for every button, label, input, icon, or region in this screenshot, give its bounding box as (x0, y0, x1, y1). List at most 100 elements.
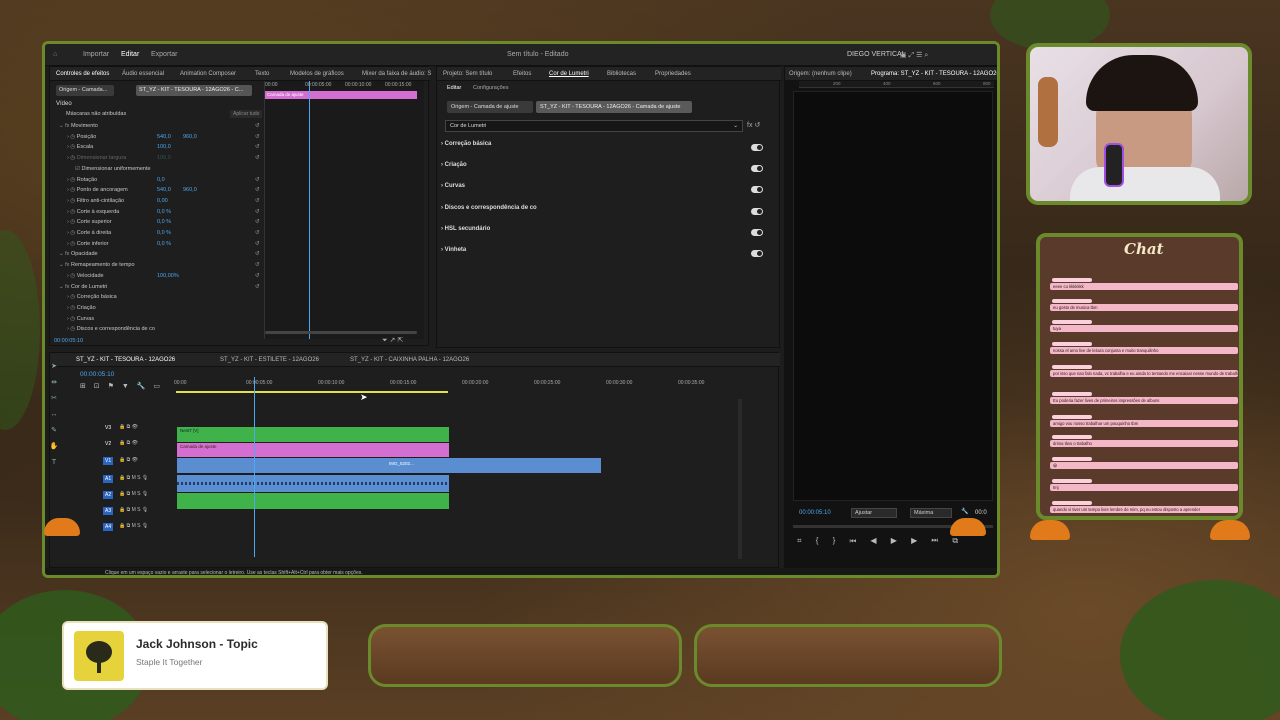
tab-graphics-templates[interactable]: Modelos de gráficos (290, 71, 344, 77)
fx-toggle-icon[interactable]: ⌄ fx (59, 123, 71, 129)
stopwatch-icon[interactable]: › ◷ (67, 198, 77, 204)
program-timecode[interactable]: 00:00:05:10 (799, 510, 831, 516)
tab-program-monitor[interactable]: Programa: ST_YZ - KIT - TESOURA - 12AGO2… (871, 71, 997, 77)
timeline-scrollbar[interactable] (738, 399, 742, 559)
track-controls[interactable]: 🔒 ⧉ M S 🎙 (119, 475, 148, 481)
effect-row[interactable]: › ◷ Discos e correspondência de co (67, 324, 155, 334)
menu-importar[interactable]: Importar (83, 51, 109, 58)
tab-effects[interactable]: Efeitos (513, 71, 531, 77)
reset-icon[interactable]: ↺ (255, 260, 260, 270)
track-label[interactable]: V2 (103, 440, 113, 448)
stopwatch-icon[interactable]: › ◷ (67, 177, 77, 183)
section-toggle[interactable] (751, 250, 763, 257)
lumetri-section[interactable]: › Vinheta (441, 247, 767, 265)
reset-icon[interactable]: ↺ (255, 228, 260, 238)
effect-timeline[interactable]: 00:00 00:00:05:00 00:00:10:00 00:00:15:00 C… (264, 81, 424, 339)
reset-icon[interactable]: ↺ (255, 185, 260, 195)
wrench-icon[interactable]: 🔧 (961, 508, 968, 515)
track-controls[interactable]: 🔒 ⧉ 👁 (119, 424, 138, 430)
workspace-name[interactable]: DIEGO VERTICAL (847, 51, 906, 58)
effect-row[interactable]: › ◷ Corte superior (67, 217, 112, 227)
clip-a1-audio[interactable] (177, 475, 449, 492)
effect-row[interactable]: ⌄ fx Opacidade (59, 249, 98, 259)
section-toggle[interactable] (751, 228, 763, 236)
effect-row[interactable]: › ◷ Criação (67, 303, 96, 313)
lumetri-section[interactable]: › HSL secundário (441, 226, 767, 244)
effect-row[interactable]: › ◷ Ponto de ancoragem (67, 185, 128, 195)
reset-icon[interactable]: ↺ (255, 249, 260, 259)
lumetri-section[interactable]: › Correção básica (441, 141, 767, 159)
lumetri-section[interactable]: › Discos e correspondência de co (441, 205, 767, 223)
reset-icon[interactable]: ↺ (255, 132, 260, 142)
stopwatch-icon[interactable]: › ◷ (67, 219, 77, 225)
lumetri-section[interactable]: › Criação (441, 162, 767, 180)
zoom-scrollbar[interactable] (265, 331, 417, 334)
tab-sequence-caixinha[interactable]: ST_YZ - KIT - CAIXINHA PALHA - 12AGO26 (350, 357, 469, 363)
fit-select[interactable]: Ajustar (851, 508, 897, 518)
track-label[interactable]: A1 (103, 475, 114, 483)
section-toggle[interactable] (751, 186, 763, 194)
timeline-ruler[interactable]: 00:00 00:00:05:00 00:00:10:00 00:00:15:00 00… (174, 377, 746, 389)
lumetri-clip-chip[interactable]: ST_YZ - KIT - TESOURA - 12AGO26 - Camada… (536, 101, 692, 113)
stopwatch-icon[interactable]: › ◷ (67, 144, 77, 150)
stopwatch-icon[interactable]: › ◷ (67, 326, 77, 332)
menu-exportar[interactable]: Exportar (151, 51, 177, 58)
lumetri-section[interactable]: › Curvas (441, 183, 767, 201)
section-toggle[interactable] (751, 144, 763, 151)
track-label[interactable]: V3 (103, 424, 113, 432)
work-area-bar[interactable] (176, 391, 448, 393)
stopwatch-icon[interactable]: › ◷ (67, 209, 77, 215)
effect-row[interactable]: › ◷ Posição (67, 132, 96, 142)
tab-essential-audio[interactable]: Áudio essencial (122, 71, 164, 77)
effect-row[interactable]: › ◷ Curvas (67, 314, 94, 324)
apply-all-button[interactable]: Aplicar tudo (230, 110, 263, 118)
track-controls[interactable]: 🔒 ⧉ M S 🎙 (119, 491, 148, 497)
timeline-tools[interactable]: ⊞ ⊡ ⚑ ▼ 🔧 ▭ (80, 382, 163, 390)
effect-value[interactable]: 0,0 % (157, 228, 171, 238)
clip-chip[interactable]: ST_YZ - KIT - TESOURA - 12AGO26 - C... (136, 85, 252, 96)
reset-icon[interactable]: ↺ (255, 142, 260, 152)
effect-row[interactable]: › ◷ Rotação (67, 175, 97, 185)
tab-project[interactable]: Projeto: Sem título (443, 71, 492, 77)
effect-value[interactable]: 0,0 % (157, 217, 171, 227)
track-controls[interactable]: 🔒 ⧉ 👁 (119, 440, 138, 446)
track-label[interactable]: A3 (103, 507, 114, 515)
effect-row[interactable]: › ◷ Correção básica (67, 292, 117, 302)
effect-value-2[interactable]: 960,0 (183, 132, 197, 142)
effect-row[interactable]: › ◷ Velocidade (67, 271, 104, 281)
ec-timecode[interactable]: 00:00:05:10 (54, 338, 83, 344)
tab-libraries[interactable]: Bibliotecas (607, 71, 636, 77)
tab-audio-mixer[interactable]: Mixer da faixa de áudio: S (362, 71, 431, 77)
quality-select[interactable]: Máxima (910, 508, 952, 518)
fx-toggle-icon[interactable]: ⌄ fx (59, 251, 71, 257)
tab-sequence-tesoura[interactable]: ST_YZ - KIT - TESOURA - 12AGO26 (76, 357, 175, 363)
effect-row[interactable]: › ◷ Corte à esquerda (67, 207, 119, 217)
lumetri-source-chip[interactable]: Origem - Camada de ajuste (447, 101, 533, 113)
reset-icon[interactable]: ↺ (255, 121, 260, 131)
reset-icon[interactable]: ↺ (255, 207, 260, 217)
stopwatch-icon[interactable]: › ◷ (67, 241, 77, 247)
clip-v2-adjustment[interactable]: Camada de ajuste (177, 443, 449, 457)
effect-value[interactable]: 0,00 (157, 196, 168, 206)
timeline-playhead[interactable] (254, 377, 255, 557)
effect-value[interactable]: 0,0 % (157, 207, 171, 217)
clip-a2-audio[interactable] (177, 493, 449, 509)
fx-toggle-icon[interactable]: ⌄ fx (59, 284, 71, 290)
reset-icon[interactable]: ↺ (255, 153, 260, 163)
tab-effect-controls[interactable]: Controles de efeitos (56, 71, 109, 77)
program-video-frame[interactable] (793, 91, 993, 501)
effect-row[interactable]: › ◷ Escala (67, 142, 93, 152)
effect-value[interactable]: 0,0 % (157, 239, 171, 249)
menu-editar[interactable]: Editar (121, 51, 139, 58)
stopwatch-icon[interactable]: › ◷ (67, 294, 77, 300)
clip-v1-images[interactable]: IMG_5202... (177, 458, 601, 473)
stopwatch-icon[interactable]: › ◷ (67, 273, 77, 279)
layout-icon[interactable]: ▣ ⤢ ☰ ⌕ (900, 51, 928, 60)
effect-row[interactable]: ⌄ fx Movimento (59, 121, 98, 131)
home-icon[interactable]: ⌂ (53, 51, 57, 58)
track-label[interactable]: A4 (103, 523, 114, 531)
effect-row[interactable]: ☑ Dimensionar uniformemente (75, 164, 151, 174)
reset-icon[interactable]: ↺ (255, 217, 260, 227)
effect-value[interactable]: 100,00% (157, 271, 179, 281)
track-controls[interactable]: 🔒 ⧉ M S 🎙 (119, 507, 148, 513)
